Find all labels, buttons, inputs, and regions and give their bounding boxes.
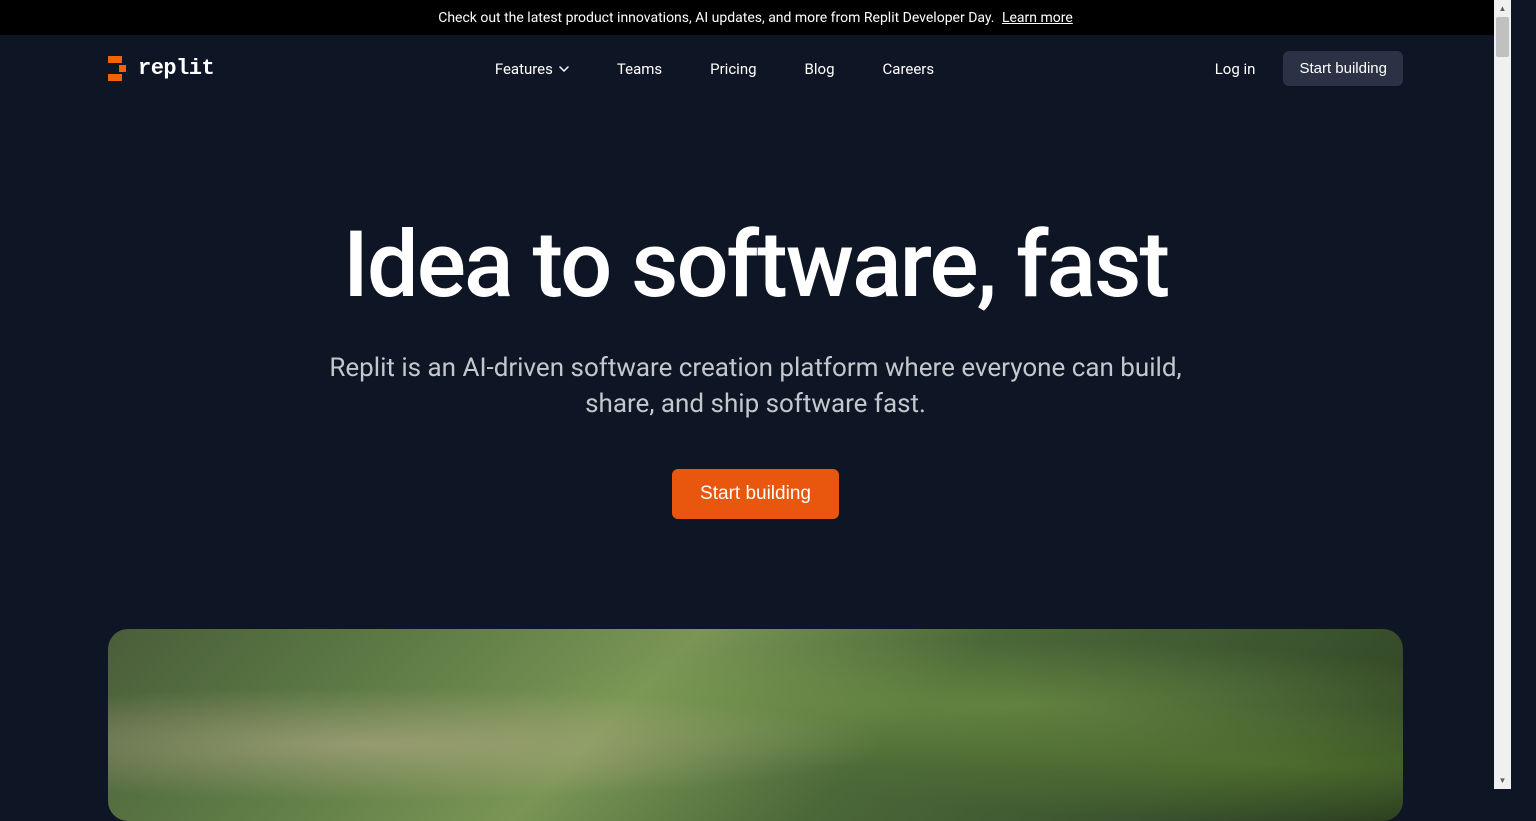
replit-logo-icon xyxy=(108,56,130,82)
nav-item-label: Teams xyxy=(617,60,662,78)
scroll-down-icon[interactable]: ▼ xyxy=(1494,772,1511,789)
announcement-bar: Check out the latest product innovations… xyxy=(0,0,1511,35)
nav-item-blog[interactable]: Blog xyxy=(805,60,835,78)
nav-item-label: Pricing xyxy=(710,60,756,78)
hero-title: Idea to software, fast xyxy=(0,220,1511,312)
nav-links: Features Teams Pricing Blog Careers xyxy=(495,60,934,78)
scroll-up-icon[interactable]: ▲ xyxy=(1494,0,1511,17)
hero-subtitle-line1: Replit is an AI-driven software creation… xyxy=(329,353,1181,383)
scrollbar[interactable]: ▲ ▼ xyxy=(1494,0,1511,789)
logo[interactable]: replit xyxy=(108,56,214,82)
main-nav: replit Features Teams Pricing Blog Caree… xyxy=(0,35,1511,102)
hero-section: Idea to software, fast Replit is an AI-d… xyxy=(0,102,1511,519)
logo-text: replit xyxy=(138,56,214,81)
nav-item-features[interactable]: Features xyxy=(495,60,569,78)
start-building-hero-button[interactable]: Start building xyxy=(672,469,839,519)
nav-item-label: Features xyxy=(495,60,553,78)
announcement-text: Check out the latest product innovations… xyxy=(438,10,994,26)
announcement-link[interactable]: Learn more xyxy=(1002,10,1073,26)
start-building-nav-button[interactable]: Start building xyxy=(1283,51,1403,86)
hero-subtitle: Replit is an AI-driven software creation… xyxy=(0,350,1511,423)
login-link[interactable]: Log in xyxy=(1215,60,1256,78)
nav-item-label: Blog xyxy=(805,60,835,78)
nav-right: Log in Start building xyxy=(1215,51,1403,86)
chevron-down-icon xyxy=(559,66,569,72)
nav-item-teams[interactable]: Teams xyxy=(617,60,662,78)
nav-item-careers[interactable]: Careers xyxy=(883,60,935,78)
nav-item-label: Careers xyxy=(883,60,935,78)
scrollbar-thumb[interactable] xyxy=(1496,17,1509,57)
nav-item-pricing[interactable]: Pricing xyxy=(710,60,756,78)
hero-subtitle-line2: share, and ship software fast. xyxy=(585,389,926,419)
hero-video[interactable] xyxy=(108,629,1403,821)
